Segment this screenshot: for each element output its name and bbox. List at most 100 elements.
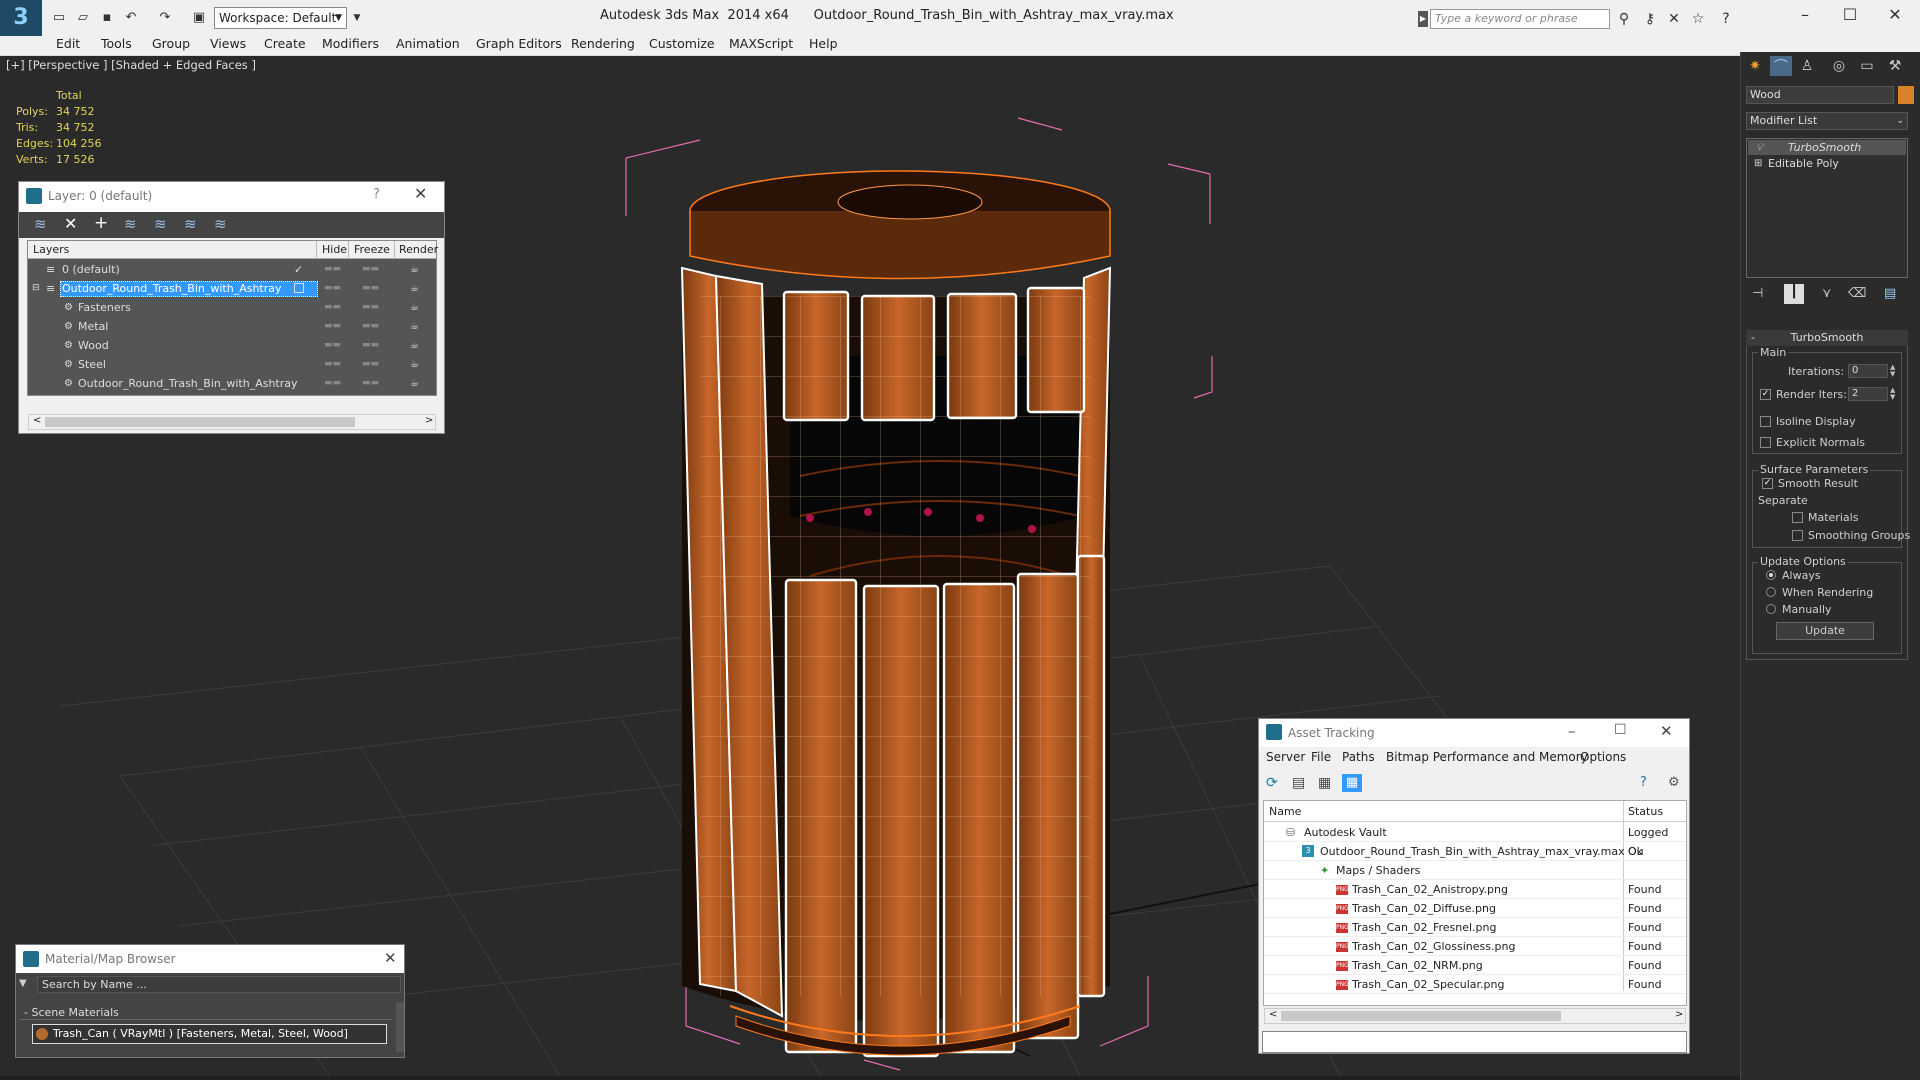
material-vscrollbar[interactable] — [396, 1002, 404, 1052]
configure-sets-icon[interactable]: ▤ — [1884, 286, 1896, 301]
close-icon[interactable]: ✕ — [384, 949, 397, 967]
object-row[interactable]: ⚙ Steel ▬▬ ▬▬ ☕ — [28, 355, 436, 374]
expand-search-icon[interactable]: ▶ — [1418, 11, 1428, 27]
help-icon[interactable]: ? — [1716, 9, 1736, 29]
freeze-toggle[interactable]: ▬▬ — [362, 260, 379, 279]
lightbulb-icon[interactable]: 💡︎ — [1756, 140, 1763, 155]
minimize-icon[interactable]: – — [1785, 4, 1825, 26]
scroll-thumb[interactable] — [45, 417, 355, 427]
render-teapot-icon[interactable]: ☕ — [410, 279, 419, 298]
asset-row[interactable]: PNG Trash_Can_02_Anistropy.png Found — [1264, 880, 1686, 899]
object-row[interactable]: ⚙ Metal ▬▬ ▬▬ ☕ — [28, 317, 436, 336]
thumbnail-icon[interactable]: ▦ — [1318, 775, 1331, 791]
material-item[interactable]: Trash_Can ( VRayMtl ) [Fasteners, Metal,… — [32, 1024, 387, 1044]
freeze-toggle[interactable]: ▬▬ — [362, 355, 379, 374]
asset-menu-server[interactable]: Server — [1266, 750, 1305, 764]
asset-row[interactable]: PNG Trash_Can_02_Glossiness.png Found — [1264, 937, 1686, 956]
menu-customize[interactable]: Customize — [649, 34, 715, 54]
asset-path-field[interactable] — [1262, 1031, 1687, 1053]
star-icon[interactable]: ☆ — [1688, 9, 1708, 29]
object-row[interactable]: ⚙ Fasteners ▬▬ ▬▬ ☕ — [28, 298, 436, 317]
scene-materials-header[interactable]: - Scene Materials — [20, 1006, 392, 1020]
hide-toggle[interactable]: ▬▬ — [324, 317, 341, 336]
freeze-toggle[interactable]: ▬▬ — [362, 298, 379, 317]
hold-icon[interactable]: ▣ — [190, 9, 208, 27]
scroll-left-icon[interactable]: < — [33, 415, 41, 426]
menu-animation[interactable]: Animation — [396, 34, 460, 54]
search-input[interactable]: Type a keyword or phrase — [1430, 9, 1610, 29]
col-status[interactable]: Status — [1628, 805, 1663, 818]
help-icon[interactable]: ? — [373, 187, 380, 202]
binoculars-icon[interactable]: ⚲ — [1614, 9, 1634, 29]
col-render[interactable]: Render — [399, 243, 438, 256]
scroll-right-icon[interactable]: > — [1675, 1009, 1683, 1020]
layer-hscrollbar[interactable]: < > — [28, 414, 436, 430]
modifier-list-dropdown[interactable]: Modifier List ⌄ — [1746, 112, 1908, 130]
scroll-thumb[interactable] — [1281, 1011, 1561, 1021]
render-teapot-icon[interactable]: ☕ — [410, 374, 419, 393]
redo-icon[interactable]: ↷ — [156, 9, 174, 27]
maximize-icon[interactable]: ☐ — [1830, 4, 1870, 26]
display-tab-icon[interactable]: ▭ — [1856, 58, 1878, 78]
col-hide[interactable]: Hide — [322, 243, 347, 256]
exchange-icon[interactable]: ✕ — [1664, 9, 1684, 29]
menu-group[interactable]: Group — [152, 34, 190, 54]
explicit-normals-checkbox[interactable] — [1760, 437, 1771, 448]
manually-radio[interactable] — [1766, 604, 1776, 614]
menu-tools[interactable]: Tools — [101, 34, 132, 54]
menu-graph-editors[interactable]: Graph Editors — [476, 34, 562, 54]
key-icon[interactable]: ⚷ — [1640, 9, 1660, 29]
remove-modifier-icon[interactable]: ⌫ — [1848, 286, 1866, 301]
col-freeze[interactable]: Freeze — [354, 243, 390, 256]
asset-menu-paths[interactable]: Paths — [1342, 750, 1375, 764]
list-icon[interactable]: ▤ — [1292, 775, 1305, 791]
asset-menu-file[interactable]: File — [1311, 750, 1331, 764]
asset-row[interactable]: PNG Trash_Can_02_Specular.png Found — [1264, 975, 1686, 994]
freeze-toggle[interactable]: ▬▬ — [362, 374, 379, 393]
layer-row[interactable]: ≡ 0 (default) ✓ ▬▬ ▬▬ ☕ — [28, 260, 436, 279]
smoothing-groups-checkbox[interactable] — [1792, 530, 1803, 541]
spinner-arrows-icon[interactable]: ▲ ▼ — [1890, 387, 1895, 401]
workspace-dropdown[interactable]: Workspace: Default ▼ — [214, 7, 347, 29]
menu-maxscript[interactable]: MAXScript — [729, 34, 793, 54]
update-button[interactable]: Update — [1776, 622, 1874, 640]
asset-row[interactable]: ⛁ Autodesk Vault Logged Ou — [1264, 823, 1686, 858]
material-search-input[interactable]: Search by Name ... — [37, 976, 401, 993]
table-view-icon[interactable]: ▦ — [1342, 774, 1362, 792]
maximize-icon[interactable]: ☐ — [1614, 722, 1627, 738]
expand-plus-icon[interactable]: ⊞ — [1754, 156, 1762, 171]
delete-layer-icon[interactable]: ✕ — [64, 214, 77, 233]
close-icon[interactable]: ✕ — [414, 184, 427, 203]
hide-toggle[interactable]: ▬▬ — [324, 355, 341, 374]
object-color-swatch[interactable] — [1898, 86, 1914, 104]
close-icon[interactable]: ✕ — [1660, 722, 1673, 740]
materials-checkbox[interactable] — [1792, 512, 1803, 523]
asset-row[interactable]: PNG Trash_Can_02_Diffuse.png Found — [1264, 899, 1686, 918]
layer-row-selected[interactable]: ⊟ ≡ Outdoor_Round_Trash_Bin_with_Ashtray… — [28, 279, 436, 298]
current-layer-box[interactable] — [294, 283, 304, 293]
freeze-toggle[interactable]: ▬▬ — [362, 317, 379, 336]
render-iters-spinner[interactable]: 2 — [1848, 387, 1888, 401]
iterations-spinner[interactable]: 0 — [1848, 364, 1888, 378]
object-name-field[interactable]: Wood — [1746, 86, 1894, 104]
freeze-all-icon[interactable]: ≋ — [214, 215, 227, 233]
add-to-layer-icon[interactable]: + — [94, 213, 108, 233]
object-row[interactable]: ⚙ Wood ▬▬ ▬▬ ☕ — [28, 336, 436, 355]
menu-edit[interactable]: Edit — [56, 34, 80, 54]
hide-toggle[interactable]: ▬▬ — [324, 279, 341, 298]
settings-icon[interactable]: ⚙ — [1668, 775, 1680, 790]
render-iters-checkbox[interactable]: ✓ — [1760, 389, 1771, 400]
show-end-result-icon[interactable]: ┃ — [1784, 284, 1804, 304]
new-file-icon[interactable]: ▭ — [50, 9, 68, 27]
menu-modifiers[interactable]: Modifiers — [322, 34, 379, 54]
scroll-right-icon[interactable]: > — [425, 415, 433, 426]
asset-menu-bitmap[interactable]: Bitmap Performance and Memory — [1386, 750, 1588, 764]
render-teapot-icon[interactable]: ☕ — [410, 355, 419, 374]
col-layers[interactable]: Layers — [33, 243, 69, 256]
rollout-header[interactable]: - TurboSmooth — [1746, 330, 1908, 346]
hide-toggle[interactable]: ▬▬ — [324, 298, 341, 317]
utilities-tab-icon[interactable]: ⚒ — [1884, 58, 1906, 78]
freeze-toggle[interactable]: ▬▬ — [362, 336, 379, 355]
scroll-left-icon[interactable]: < — [1269, 1009, 1277, 1020]
modify-tab-icon[interactable]: ⌒ — [1770, 56, 1792, 76]
